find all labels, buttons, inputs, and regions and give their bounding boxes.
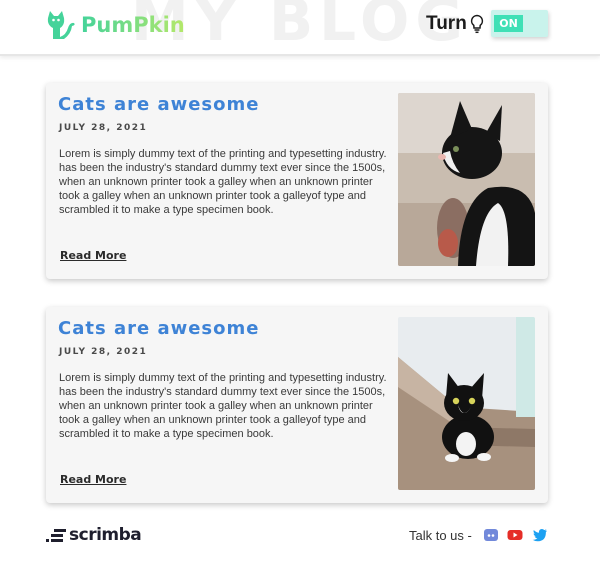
- read-more-link[interactable]: Read More: [60, 473, 126, 486]
- turn-label: Turn: [426, 13, 467, 34]
- theme-toggle-label: Turn: [426, 13, 484, 35]
- blog-post-card: Cats are awesome JULY 28, 2021 Lorem is …: [46, 83, 548, 279]
- post-title[interactable]: Cats are awesome: [58, 318, 259, 339]
- blog-post-card: Cats are awesome JULY 28, 2021 Lorem is …: [46, 307, 548, 503]
- tuxedo-kitten-on-stairs-photo: [398, 317, 535, 490]
- contact-label: Talk to us -: [409, 528, 472, 543]
- theme-toggle-switch[interactable]: ON: [491, 10, 548, 37]
- scrimba-mark-icon: [46, 529, 66, 542]
- scrimba-logo[interactable]: scrimba: [46, 525, 142, 545]
- post-image: [398, 317, 535, 490]
- read-more-link[interactable]: Read More: [60, 249, 126, 262]
- post-image: [398, 93, 535, 266]
- toggle-state: ON: [494, 15, 523, 32]
- post-excerpt: Lorem is simply dummy text of the printi…: [59, 148, 387, 216]
- post-date: JULY 28, 2021: [59, 123, 148, 133]
- lightbulb-icon: [470, 14, 483, 34]
- youtube-icon[interactable]: [507, 527, 523, 543]
- post-title[interactable]: Cats are awesome: [58, 94, 259, 115]
- site-logo[interactable]: PumPkin: [44, 8, 185, 42]
- twitter-icon[interactable]: [532, 527, 548, 543]
- post-date: JULY 28, 2021: [59, 347, 148, 357]
- logo-text: PumPkin: [81, 13, 185, 37]
- cat-icon: [47, 11, 75, 39]
- site-footer: scrimba Talk to us -: [0, 518, 600, 561]
- site-header: MY BLOG PumPkin Turn ON: [0, 0, 600, 56]
- discord-icon[interactable]: [483, 527, 499, 543]
- post-excerpt: Lorem is simply dummy text of the printi…: [59, 372, 387, 440]
- brand-name: scrimba: [69, 525, 142, 545]
- black-and-white-cat-photo: [398, 93, 535, 266]
